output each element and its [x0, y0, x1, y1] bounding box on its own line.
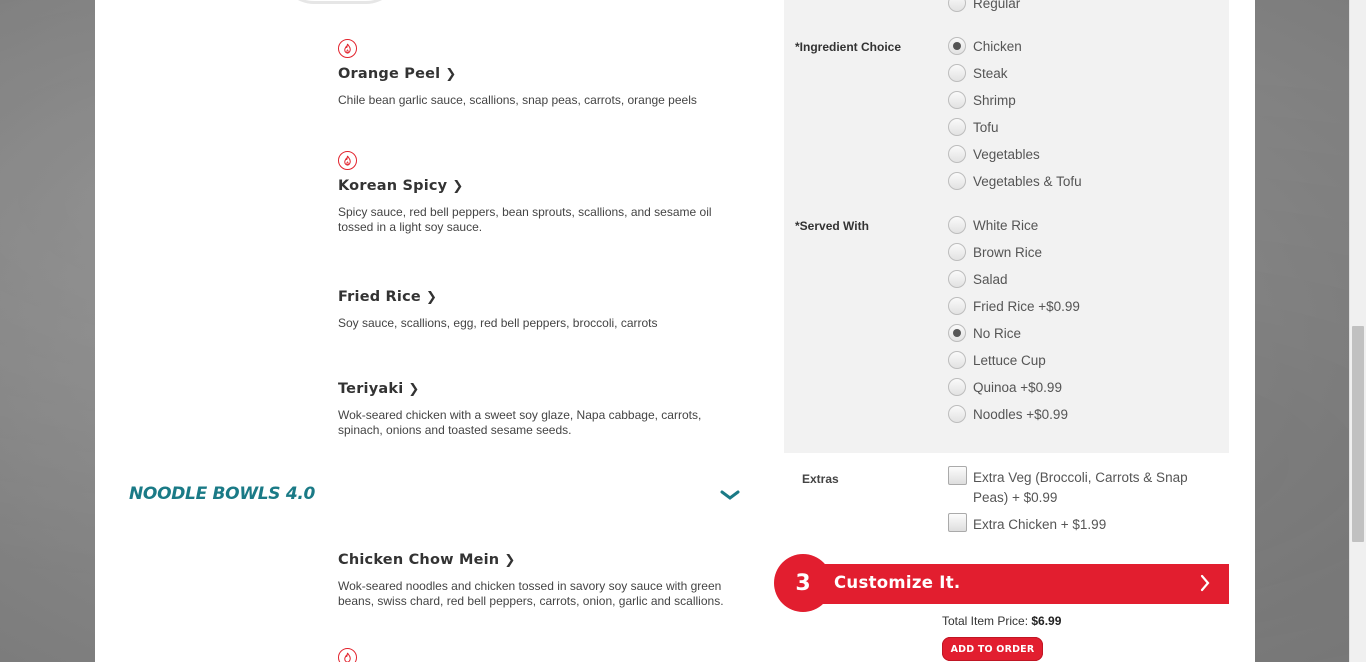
- radio-button[interactable]: [948, 172, 966, 190]
- chevron-down-icon[interactable]: [720, 488, 740, 502]
- radio-button[interactable]: [948, 64, 966, 82]
- radio-button[interactable]: [948, 405, 966, 423]
- radio-option-quinoa[interactable]: Quinoa +$0.99: [948, 378, 1062, 396]
- checkbox-extra-veg[interactable]: Extra Veg (Broccoli, Carrots & Snap Peas…: [948, 466, 1188, 508]
- total-value: $6.99: [1031, 614, 1062, 628]
- radio-label: Steak: [973, 65, 1008, 81]
- radio-label: Lettuce Cup: [973, 352, 1046, 368]
- total-item-price: Total Item Price: $6.99: [942, 614, 1061, 628]
- menu-item-title-link[interactable]: Korean Spicy ❯: [338, 178, 463, 194]
- chevron-right-icon: ❯: [408, 381, 420, 397]
- customize-title: Customize It.: [834, 573, 961, 592]
- section-title-noodle-bowls: NOODLE BOWLS 4.0: [129, 484, 316, 504]
- radio-option-chicken[interactable]: Chicken: [948, 37, 1022, 55]
- radio-option-vegetables[interactable]: Vegetables: [948, 145, 1040, 163]
- chevron-right-icon: ❯: [425, 289, 438, 305]
- menu-item-description: Soy sauce, scallions, egg, red bell pepp…: [338, 316, 658, 330]
- spicy-flame-icon: [338, 39, 357, 58]
- radio-label: Brown Rice: [973, 244, 1043, 260]
- radio-button[interactable]: [948, 297, 966, 315]
- radio-option-noodles[interactable]: Noodles +$0.99: [948, 405, 1068, 423]
- menu-item-fried-rice: Fried Rice ❯ Soy sauce, scallions, egg, r…: [338, 288, 758, 331]
- radio-label: No Rice: [973, 325, 1022, 341]
- radio-label: Salad: [973, 271, 1008, 287]
- vertical-scrollbar[interactable]: [1349, 0, 1366, 662]
- ingredient-choice-label: *Ingredient Choice: [795, 40, 902, 54]
- spicy-flame-icon: [338, 151, 357, 170]
- radio-button-selected[interactable]: [948, 324, 966, 342]
- total-label: Total Item Price:: [942, 614, 1032, 628]
- scrollbar-thumb[interactable]: [1352, 326, 1364, 542]
- radio-option-shrimp[interactable]: Shrimp: [948, 91, 1016, 109]
- radio-label: Vegetables: [973, 146, 1040, 162]
- chevron-right-icon: ❯: [452, 178, 464, 194]
- radio-button[interactable]: [948, 91, 966, 109]
- menu-item-orange-peel: Orange Peel ❯ Chile bean garlic sauce, sc…: [338, 39, 758, 108]
- radio-option-no-rice[interactable]: No Rice: [948, 324, 1021, 342]
- step-number-badge: 3: [774, 554, 832, 612]
- chevron-right-icon: ❯: [445, 66, 457, 82]
- radio-option-regular[interactable]: Regular: [948, 0, 1020, 12]
- menu-item-description: Spicy sauce, red bell peppers, bean spro…: [338, 205, 712, 234]
- spicy-flame-icon: [338, 648, 357, 662]
- menu-item-title-link[interactable]: Teriyaki ❯: [338, 381, 419, 397]
- radio-option-brown-rice[interactable]: Brown Rice: [948, 243, 1042, 261]
- radio-label: Chicken: [973, 38, 1022, 54]
- radio-option-white-rice[interactable]: White Rice: [948, 216, 1038, 234]
- radio-button[interactable]: [948, 216, 966, 234]
- radio-label: Regular: [973, 0, 1021, 11]
- menu-item-description: Chile bean garlic sauce, scallions, snap…: [338, 93, 697, 107]
- checkbox-extra-chicken[interactable]: Extra Chicken + $1.99: [948, 513, 1107, 535]
- radio-option-fried-rice[interactable]: Fried Rice +$0.99: [948, 297, 1080, 315]
- add-to-order-button[interactable]: ADD TO ORDER: [942, 637, 1043, 661]
- menu-item-chicken-chow-mein: Chicken Chow Mein ❯ Wok-seared noodles an…: [338, 551, 758, 609]
- radio-label: Tofu: [973, 119, 999, 135]
- checkbox[interactable]: [948, 513, 967, 532]
- radio-button[interactable]: [948, 145, 966, 163]
- checkbox-label: Extra Veg (Broccoli, Carrots & Snap Peas…: [973, 470, 1188, 505]
- extras-label: Extras: [802, 472, 839, 486]
- chevron-right-icon: ❯: [504, 552, 516, 568]
- menu-item-title-link[interactable]: Fried Rice ❯: [338, 289, 437, 305]
- menu-item-title-link[interactable]: Orange Peel ❯: [338, 66, 456, 82]
- radio-label: Quinoa +$0.99: [973, 379, 1062, 395]
- radio-label: Vegetables & Tofu: [973, 173, 1082, 189]
- menu-item-next-partial: [338, 648, 758, 662]
- menu-item-description: Wok-seared chicken with a sweet soy glaz…: [338, 408, 702, 437]
- customize-it-bar[interactable]: Customize It.: [806, 564, 1229, 604]
- radio-option-steak[interactable]: Steak: [948, 64, 1008, 82]
- checkbox[interactable]: [948, 466, 967, 485]
- checkbox-label: Extra Chicken + $1.99: [973, 517, 1107, 532]
- menu-page: Orange Peel ❯ Chile bean garlic sauce, sc…: [95, 0, 1255, 662]
- radio-option-tofu[interactable]: Tofu: [948, 118, 999, 136]
- radio-option-vegetables-tofu[interactable]: Vegetables & Tofu: [948, 172, 1082, 190]
- menu-item-description: Wok-seared noodles and chicken tossed in…: [338, 579, 724, 608]
- menu-item-korean-spicy: Korean Spicy ❯ Spicy sauce, red bell pepp…: [338, 151, 758, 235]
- radio-button[interactable]: [948, 0, 966, 12]
- radio-option-lettuce-cup[interactable]: Lettuce Cup: [948, 351, 1046, 369]
- radio-label: Fried Rice +$0.99: [973, 298, 1080, 314]
- menu-item-teriyaki: Teriyaki ❯ Wok-seared chicken with a swee…: [338, 380, 758, 438]
- radio-button[interactable]: [948, 378, 966, 396]
- menu-item-title-link[interactable]: Chicken Chow Mein ❯: [338, 552, 515, 568]
- radio-button[interactable]: [948, 351, 966, 369]
- radio-button-selected[interactable]: [948, 37, 966, 55]
- served-with-label: *Served With: [795, 219, 869, 233]
- radio-option-salad[interactable]: Salad: [948, 270, 1008, 288]
- radio-button[interactable]: [948, 270, 966, 288]
- radio-label: White Rice: [973, 217, 1039, 233]
- radio-button[interactable]: [948, 118, 966, 136]
- radio-label: Noodles +$0.99: [973, 406, 1068, 422]
- radio-button[interactable]: [948, 243, 966, 261]
- chevron-right-icon: [1200, 574, 1210, 592]
- radio-label: Shrimp: [973, 92, 1016, 108]
- plate-image-edge: [280, 0, 400, 4]
